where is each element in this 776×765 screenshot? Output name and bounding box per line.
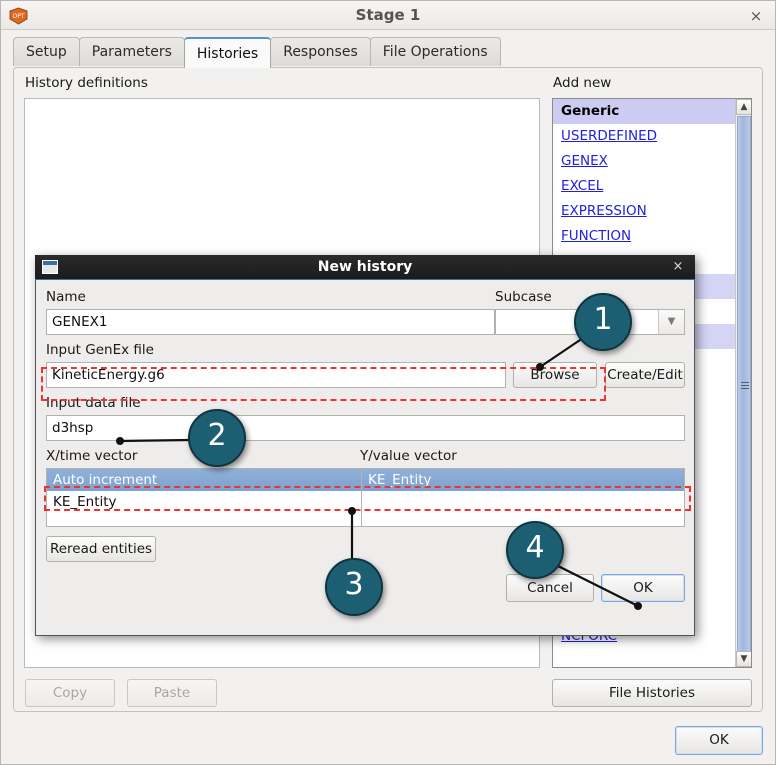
history-definitions-label: History definitions bbox=[25, 75, 148, 91]
add-new-item-expression[interactable]: EXPRESSION bbox=[553, 199, 735, 224]
paste-button[interactable]: Paste bbox=[127, 679, 217, 707]
add-new-link-genex[interactable]: GENEX bbox=[561, 153, 608, 169]
y-vector-list[interactable]: KE_Entity bbox=[361, 468, 685, 527]
tab-bar: Setup Parameters Histories Responses Fil… bbox=[13, 37, 501, 68]
create-edit-button[interactable]: Create/Edit bbox=[605, 362, 685, 388]
y-vector-label: Y/value vector bbox=[360, 448, 457, 464]
tab-setup[interactable]: Setup bbox=[13, 37, 80, 66]
browse-button[interactable]: Browse bbox=[513, 362, 597, 388]
callout-2: 2 bbox=[188, 409, 246, 467]
chevron-down-icon[interactable]: ▼ bbox=[658, 310, 684, 334]
dialog-title: New history bbox=[317, 259, 413, 275]
tab-file-operations[interactable]: File Operations bbox=[369, 37, 501, 66]
window-title: Stage 1 bbox=[355, 6, 421, 24]
copy-button[interactable]: Copy bbox=[25, 679, 115, 707]
callout-3: 3 bbox=[325, 558, 383, 616]
window-close-button[interactable]: × bbox=[745, 5, 767, 27]
add-new-scrollbar[interactable]: ▲ ▼ bbox=[735, 99, 751, 667]
dialog-titlebar: New history × bbox=[35, 255, 695, 280]
file-histories-button[interactable]: File Histories bbox=[552, 679, 752, 707]
x-vector-item-auto-increment[interactable]: Auto increment bbox=[47, 469, 361, 491]
add-new-link-userdefined[interactable]: USERDEFINED bbox=[561, 128, 657, 144]
scroll-up-icon[interactable]: ▲ bbox=[736, 99, 751, 115]
window-footer: OK bbox=[1, 714, 775, 764]
tab-responses[interactable]: Responses bbox=[270, 37, 371, 66]
reread-entities-button[interactable]: Reread entities bbox=[46, 536, 156, 562]
x-vector-label: X/time vector bbox=[46, 448, 138, 464]
callout-4: 4 bbox=[506, 521, 564, 579]
callout-1: 1 bbox=[574, 293, 632, 351]
scrollbar-grip-icon bbox=[741, 382, 749, 389]
x-vector-item-ke-entity[interactable]: KE_Entity bbox=[47, 491, 361, 513]
y-vector-item-ke-entity[interactable]: KE_Entity bbox=[362, 469, 684, 491]
add-new-item-function[interactable]: FUNCTION bbox=[553, 224, 735, 249]
input-genex-label: Input GenEx file bbox=[46, 342, 154, 358]
add-new-link-expression[interactable]: EXPRESSION bbox=[561, 203, 647, 219]
dialog-ok-button[interactable]: OK bbox=[601, 574, 685, 602]
add-new-link-function[interactable]: FUNCTION bbox=[561, 228, 631, 244]
subcase-label: Subcase bbox=[495, 289, 552, 305]
name-label: Name bbox=[46, 289, 86, 305]
input-data-label: Input data file bbox=[46, 395, 141, 411]
add-new-link-excel[interactable]: EXCEL bbox=[561, 178, 603, 194]
window-titlebar: OPT Stage 1 × bbox=[1, 1, 775, 30]
input-data-file-input[interactable]: d3hsp bbox=[46, 415, 685, 441]
input-genex-file-input[interactable]: KineticEnergy.g6 bbox=[46, 362, 506, 388]
add-new-label: Add new bbox=[553, 75, 612, 91]
add-new-item-genex[interactable]: GENEX bbox=[553, 149, 735, 174]
name-input[interactable]: GENEX1 bbox=[46, 309, 495, 335]
x-vector-list[interactable]: Auto increment KE_Entity bbox=[46, 468, 362, 527]
dialog-cancel-button[interactable]: Cancel bbox=[506, 574, 594, 602]
tab-parameters[interactable]: Parameters bbox=[78, 37, 185, 66]
scrollbar-thumb[interactable] bbox=[737, 116, 751, 656]
scroll-down-icon[interactable]: ▼ bbox=[736, 651, 751, 667]
add-new-group-generic: Generic bbox=[553, 99, 735, 124]
footer-ok-button[interactable]: OK bbox=[675, 726, 763, 755]
tab-histories[interactable]: Histories bbox=[183, 37, 272, 68]
add-new-item-excel[interactable]: EXCEL bbox=[553, 174, 735, 199]
add-new-item-userdefined[interactable]: USERDEFINED bbox=[553, 124, 735, 149]
dialog-close-button[interactable]: × bbox=[669, 257, 687, 277]
